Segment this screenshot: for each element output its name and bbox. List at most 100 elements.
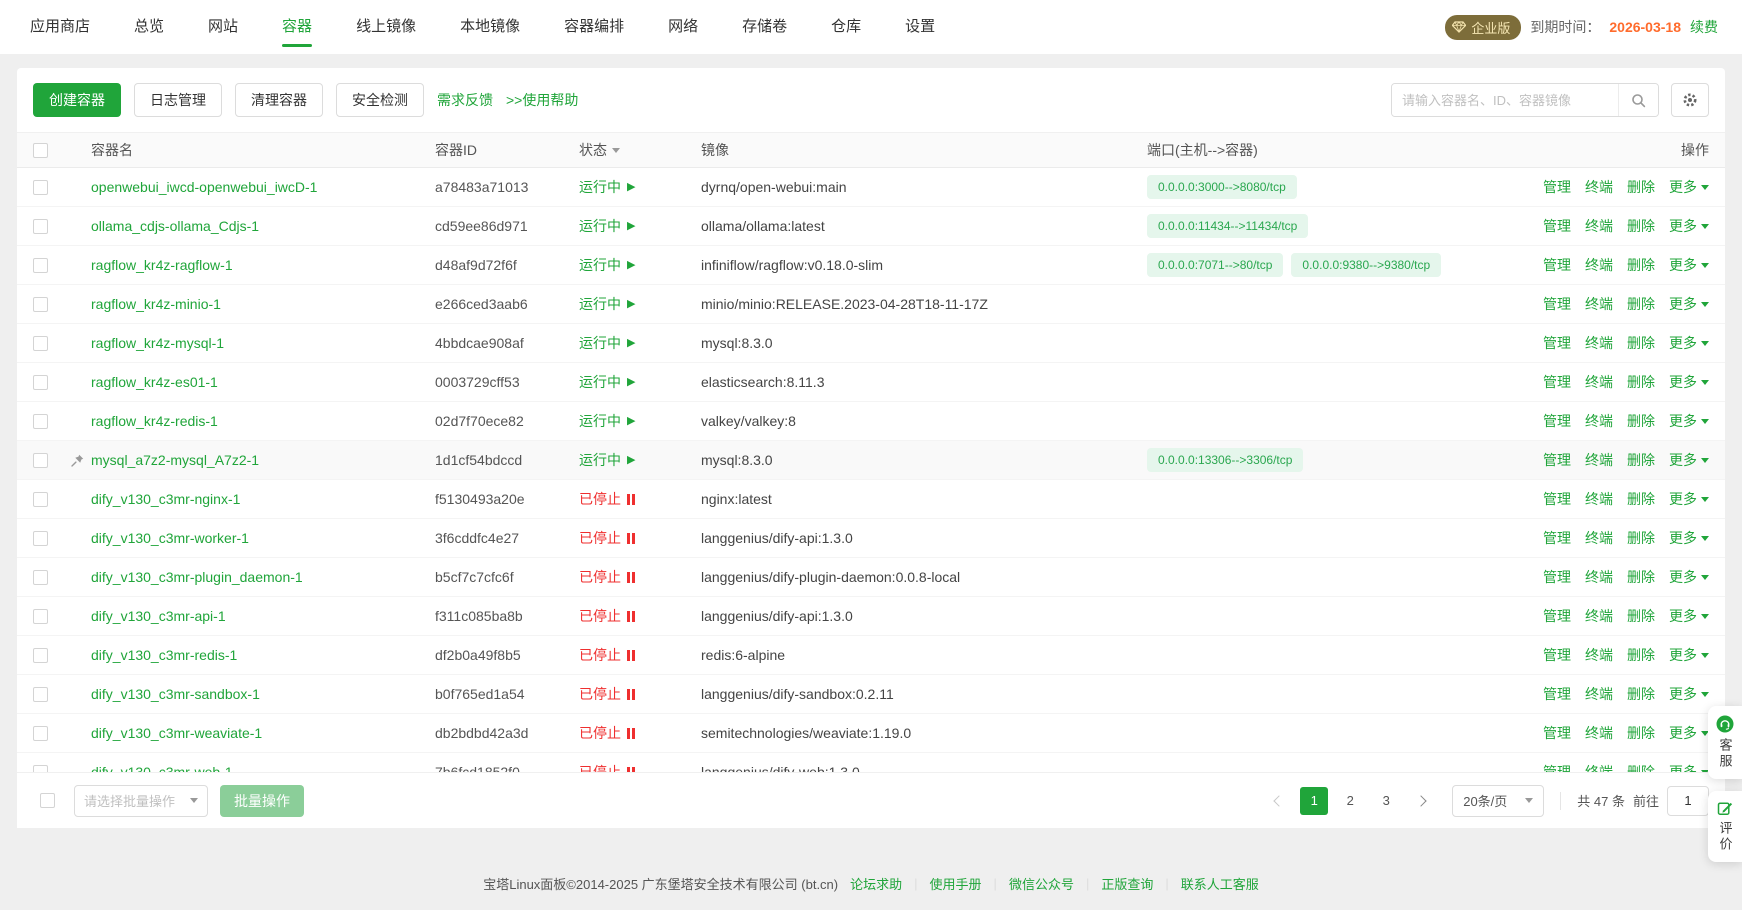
delete-link[interactable]: 删除 [1627,606,1655,626]
terminal-link[interactable]: 终端 [1585,528,1613,548]
terminal-link[interactable]: 终端 [1585,294,1613,314]
clean-container-button[interactable]: 清理容器 [235,83,323,117]
row-checkbox[interactable] [33,609,48,624]
row-checkbox[interactable] [33,726,48,741]
terminal-link[interactable]: 终端 [1585,684,1613,704]
delete-link[interactable]: 删除 [1627,411,1655,431]
page-size-select[interactable]: 20条/页 [1452,785,1544,817]
more-link[interactable]: 更多 [1669,528,1709,548]
nav-item-app-store[interactable]: 应用商店 [30,0,90,54]
create-container-button[interactable]: 创建容器 [33,83,121,117]
terminal-link[interactable]: 终端 [1585,216,1613,236]
nav-item-container[interactable]: 容器 [282,0,312,54]
manage-link[interactable]: 管理 [1543,645,1571,665]
delete-link[interactable]: 删除 [1627,216,1655,236]
more-link[interactable]: 更多 [1669,255,1709,275]
more-link[interactable]: 更多 [1669,177,1709,197]
container-name-link[interactable]: mysql_a7z2-mysql_A7z2-1 [91,452,259,468]
manage-link[interactable]: 管理 [1543,567,1571,587]
more-link[interactable]: 更多 [1669,333,1709,353]
delete-link[interactable]: 删除 [1627,723,1655,743]
manage-link[interactable]: 管理 [1543,255,1571,275]
row-checkbox[interactable] [33,297,48,312]
search-button[interactable] [1618,84,1658,116]
container-name-link[interactable]: dify_v130_c3mr-api-1 [91,608,226,624]
footer-link-support[interactable]: 联系人工客服 [1181,874,1259,893]
more-link[interactable]: 更多 [1669,372,1709,392]
terminal-link[interactable]: 终端 [1585,489,1613,509]
manage-link[interactable]: 管理 [1543,411,1571,431]
row-checkbox[interactable] [33,531,48,546]
terminal-link[interactable]: 终端 [1585,411,1613,431]
row-checkbox[interactable] [33,648,48,663]
delete-link[interactable]: 删除 [1627,255,1655,275]
manage-link[interactable]: 管理 [1543,294,1571,314]
delete-link[interactable]: 删除 [1627,450,1655,470]
container-name-link[interactable]: ragflow_kr4z-minio-1 [91,296,221,312]
nav-item-compose[interactable]: 容器编排 [564,0,624,54]
row-checkbox[interactable] [33,258,48,273]
more-link[interactable]: 更多 [1669,411,1709,431]
nav-item-local-image[interactable]: 本地镜像 [460,0,520,54]
manage-link[interactable]: 管理 [1543,606,1571,626]
delete-link[interactable]: 删除 [1627,177,1655,197]
more-link[interactable]: 更多 [1669,645,1709,665]
renew-link[interactable]: 续费 [1690,17,1718,37]
manage-link[interactable]: 管理 [1543,489,1571,509]
terminal-link[interactable]: 终端 [1585,567,1613,587]
manage-link[interactable]: 管理 [1543,333,1571,353]
container-name-link[interactable]: ollama_cdjs-ollama_Cdjs-1 [91,218,259,234]
batch-select[interactable]: 请选择批量操作 [74,785,208,817]
nav-item-registry[interactable]: 仓库 [831,0,861,54]
help-link[interactable]: >>使用帮助 [506,90,578,110]
row-checkbox[interactable] [33,570,48,585]
container-name-link[interactable]: ragflow_kr4z-mysql-1 [91,335,224,351]
container-name-link[interactable]: dify_v130_c3mr-redis-1 [91,647,237,663]
terminal-link[interactable]: 终端 [1585,450,1613,470]
row-checkbox[interactable] [33,414,48,429]
select-all-checkbox[interactable] [33,143,48,158]
container-name-link[interactable]: dify_v130_c3mr-worker-1 [91,530,249,546]
review-widget[interactable]: 评价 [1708,791,1742,862]
manage-link[interactable]: 管理 [1543,177,1571,197]
row-checkbox[interactable] [33,375,48,390]
row-checkbox[interactable] [33,492,48,507]
customer-service-widget[interactable]: 客服 [1708,706,1742,779]
terminal-link[interactable]: 终端 [1585,645,1613,665]
nav-item-network[interactable]: 网络 [668,0,698,54]
batch-select-all-checkbox[interactable] [40,793,55,808]
row-checkbox[interactable] [33,219,48,234]
manage-link[interactable]: 管理 [1543,528,1571,548]
terminal-link[interactable]: 终端 [1585,333,1613,353]
delete-link[interactable]: 删除 [1627,528,1655,548]
delete-link[interactable]: 删除 [1627,294,1655,314]
next-page-button[interactable] [1408,787,1434,815]
delete-link[interactable]: 删除 [1627,489,1655,509]
delete-link[interactable]: 删除 [1627,762,1655,772]
search-input[interactable] [1392,84,1618,116]
nav-item-overview[interactable]: 总览 [134,0,164,54]
goto-page-input[interactable] [1667,786,1709,816]
row-checkbox[interactable] [33,336,48,351]
nav-item-website[interactable]: 网站 [208,0,238,54]
more-link[interactable]: 更多 [1669,489,1709,509]
footer-link-wechat[interactable]: 微信公众号 [1009,874,1074,893]
nav-item-settings[interactable]: 设置 [905,0,935,54]
row-checkbox[interactable] [33,180,48,195]
terminal-link[interactable]: 终端 [1585,372,1613,392]
container-name-link[interactable]: openwebui_iwcd-openwebui_iwcD-1 [91,179,317,195]
container-name-link[interactable]: dify_v130_c3mr-nginx-1 [91,491,240,507]
terminal-link[interactable]: 终端 [1585,177,1613,197]
more-link[interactable]: 更多 [1669,762,1709,772]
nav-item-volume[interactable]: 存储卷 [742,0,787,54]
manage-link[interactable]: 管理 [1543,723,1571,743]
manage-link[interactable]: 管理 [1543,762,1571,772]
terminal-link[interactable]: 终端 [1585,723,1613,743]
manage-link[interactable]: 管理 [1543,450,1571,470]
batch-apply-button[interactable]: 批量操作 [220,785,304,817]
prev-page-button[interactable] [1266,787,1292,815]
nav-item-online-image[interactable]: 线上镜像 [356,0,416,54]
more-link[interactable]: 更多 [1669,684,1709,704]
container-name-link[interactable]: ragflow_kr4z-ragflow-1 [91,257,233,273]
more-link[interactable]: 更多 [1669,567,1709,587]
